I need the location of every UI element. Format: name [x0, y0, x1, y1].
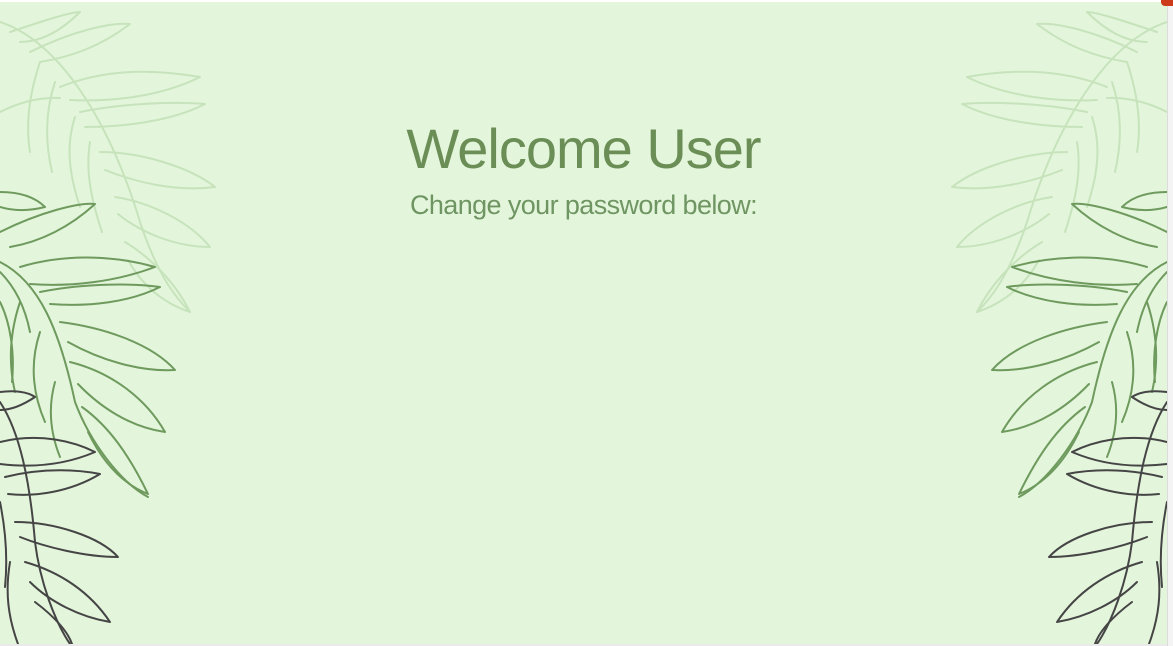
right-fern-decoration-icon: [951, 11, 1167, 644]
window-right-edge: [1161, 0, 1173, 646]
left-fern-decoration-icon: [0, 11, 216, 644]
corner-indicator-icon: [1161, 0, 1173, 6]
page-title: Welcome User: [406, 117, 761, 180]
password-change-screen: Welcome User Change your password below:: [0, 2, 1167, 644]
page-subtitle: Change your password below:: [409, 190, 758, 220]
welcome-header: Welcome User Change your password below:: [0, 117, 1167, 221]
